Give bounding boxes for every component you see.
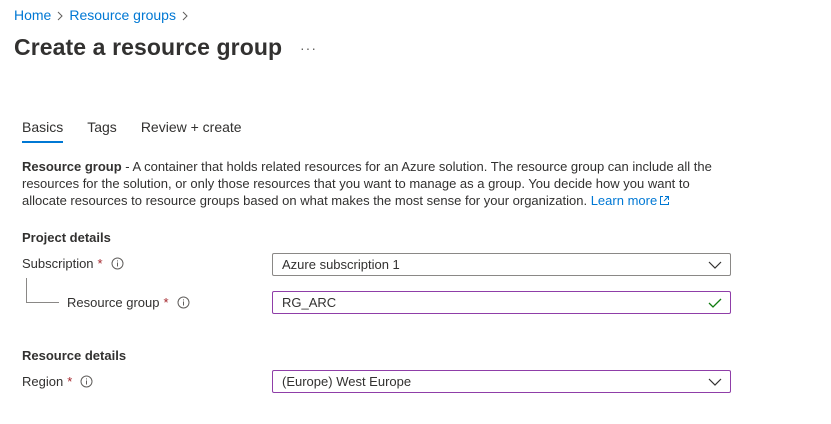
more-options-icon[interactable]: ···	[300, 40, 317, 56]
resource-group-value: RG_ARC	[282, 295, 337, 310]
subscription-value: Azure subscription 1	[282, 257, 400, 272]
chevron-down-icon	[700, 378, 730, 386]
tab-review-create[interactable]: Review + create	[141, 119, 242, 141]
subscription-dropdown[interactable]: Azure subscription 1	[272, 253, 731, 276]
resource-group-label: Resource group *	[67, 295, 190, 310]
resource-details-title: Resource details	[22, 348, 127, 363]
region-label: Region *	[22, 374, 93, 389]
info-icon[interactable]	[80, 375, 93, 388]
project-details-title: Project details	[22, 230, 111, 245]
required-asterisk: *	[97, 256, 103, 271]
checkmark-icon	[700, 298, 730, 308]
tree-connector	[26, 278, 59, 303]
breadcrumb-home-link[interactable]: Home	[14, 7, 51, 23]
region-label-text: Region	[22, 374, 64, 389]
subscription-label-text: Subscription	[22, 256, 94, 271]
subscription-label: Subscription *	[22, 256, 124, 271]
breadcrumb-resource-groups-link[interactable]: Resource groups	[69, 7, 176, 23]
resource-group-label-text: Resource group	[67, 295, 160, 310]
region-value: (Europe) West Europe	[282, 374, 412, 389]
info-icon[interactable]	[111, 257, 124, 270]
tab-tags[interactable]: Tags	[87, 119, 117, 141]
description: Resource group - A container that holds …	[22, 158, 722, 210]
chevron-right-icon	[176, 7, 194, 23]
required-asterisk: *	[67, 374, 73, 389]
learn-more-link[interactable]: Learn more	[591, 193, 670, 208]
tab-basics[interactable]: Basics	[22, 119, 64, 143]
required-asterisk: *	[163, 295, 169, 310]
region-dropdown[interactable]: (Europe) West Europe	[272, 370, 731, 393]
tab-bar: Basics Tags Review + create	[22, 119, 266, 143]
resource-group-input[interactable]: RG_ARC	[272, 291, 731, 314]
page-title: Create a resource group	[14, 34, 283, 60]
external-link-icon	[659, 193, 670, 210]
description-bold: Resource group	[22, 159, 122, 174]
chevron-down-icon	[700, 261, 730, 269]
learn-more-label: Learn more	[590, 193, 658, 208]
chevron-right-icon	[51, 7, 69, 23]
breadcrumb: Home Resource groups	[14, 7, 194, 23]
info-icon[interactable]	[177, 296, 190, 309]
